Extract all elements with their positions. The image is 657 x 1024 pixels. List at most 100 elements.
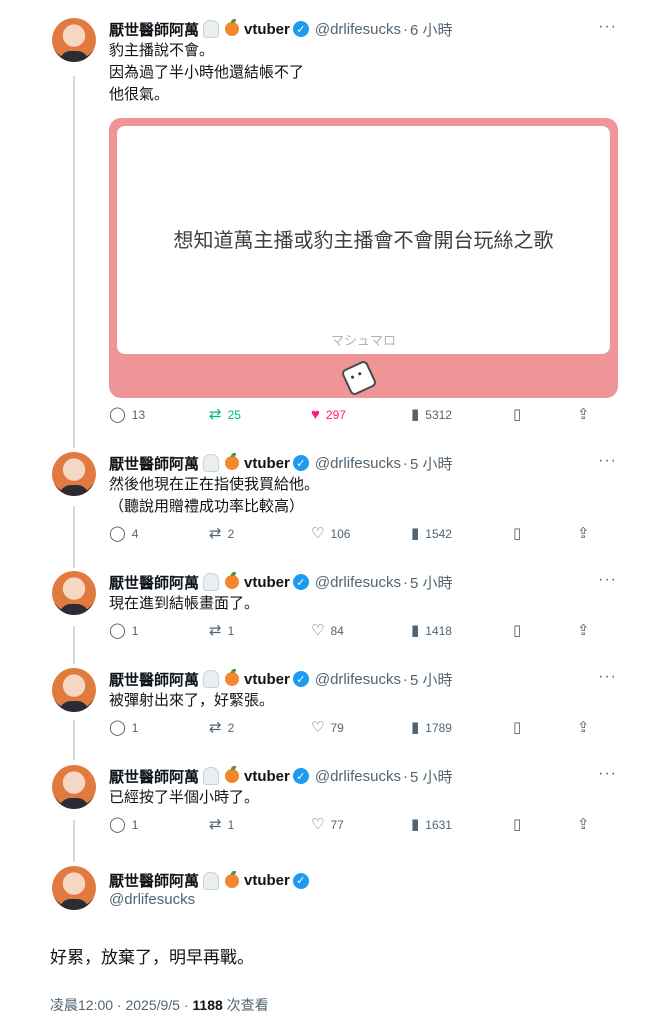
heart-icon: ♡ (311, 719, 325, 736)
like-button[interactable]: ♡ 84 (311, 623, 344, 638)
more-dots-icon[interactable]: ··· (598, 452, 617, 470)
reply-button[interactable]: ◯ 13 (109, 407, 145, 422)
retweet-button[interactable]: ⇄ 2 (209, 526, 234, 541)
tweet-meta: 凌晨12:00 · 2025/9/5 · 1188 次查看 (50, 995, 269, 1015)
author-name[interactable]: 厭世醫師阿萬 (109, 766, 199, 787)
avatar[interactable] (52, 866, 96, 910)
more-dots-icon[interactable]: ··· (598, 668, 617, 686)
bookmark-button[interactable]: ▯ (513, 623, 527, 638)
tweet-actions: ◯ 4 ⇄ 2 ♡ 106 ▮ 1542 ▯ ⇪ (109, 526, 599, 546)
thread-connector (73, 720, 75, 760)
avatar[interactable] (52, 18, 96, 62)
reply-count: 1 (131, 623, 139, 638)
view-count: 5312 (425, 407, 452, 422)
like-button[interactable]: ♡ 77 (311, 817, 344, 832)
tweet-text-line: （聽說用贈禮成功率比較高） (109, 498, 305, 515)
author-name[interactable]: 厭世醫師阿萬 (109, 669, 199, 690)
retweet-count: 2 (227, 720, 235, 735)
like-button[interactable]: ♡ 79 (311, 720, 344, 735)
author-handle[interactable]: @drlifesucks (315, 671, 401, 688)
retweet-arrows-icon: ⇄ (209, 816, 222, 833)
heart-icon: ♡ (311, 525, 325, 542)
tweet-time[interactable]: 5 小時 (410, 766, 453, 787)
like-button[interactable]: ♥ 297 (311, 407, 346, 422)
author-handle[interactable]: @drlifesucks (315, 574, 401, 591)
verified-check-icon: ✓ (292, 872, 309, 889)
views-button[interactable]: ▮ 1789 (411, 720, 452, 735)
more-dots-icon[interactable]: ··· (598, 571, 617, 589)
reply-button[interactable]: ◯ 4 (109, 526, 138, 541)
share-button[interactable]: ⇪ (577, 623, 596, 638)
tweet-actions: ◯ 13 ⇄ 25 ♥ 297 ▮ 5312 ▯ ⇪ (109, 407, 599, 427)
views-button[interactable]: ▮ 5312 (411, 407, 452, 422)
like-count: 297 (325, 407, 346, 422)
heart-icon: ♥ (311, 406, 320, 423)
author-name[interactable]: 厭世醫師阿萬 (109, 453, 199, 474)
author-tag: vtuber (244, 454, 290, 472)
bar-chart-icon: ▮ (411, 406, 420, 423)
author-handle[interactable]: @drlifesucks (315, 768, 401, 785)
avatar[interactable] (52, 452, 96, 496)
avatar[interactable] (52, 765, 96, 809)
bookmark-button[interactable]: ▯ (513, 817, 527, 832)
retweet-arrows-icon: ⇄ (209, 525, 222, 542)
speech-bubble-icon: ◯ (109, 622, 126, 639)
orange-emoji-icon (225, 870, 240, 888)
tweet-text-line: 豹主播說不會。 (109, 42, 215, 59)
author-name[interactable]: 厭世醫師阿萬 (109, 870, 199, 891)
tweet-time[interactable]: 6 小時 (410, 19, 453, 40)
avatar[interactable] (52, 668, 96, 712)
marshmallow-logo-icon (340, 359, 378, 397)
retweet-button[interactable]: ⇄ 1 (209, 817, 234, 832)
author-handle[interactable]: @drlifesucks (109, 891, 195, 908)
more-dots-icon[interactable]: ··· (598, 18, 617, 36)
thread-connector (73, 76, 75, 448)
avatar[interactable] (52, 571, 96, 615)
retweet-button[interactable]: ⇄ 1 (209, 623, 234, 638)
reply-button[interactable]: ◯ 1 (109, 720, 138, 735)
like-button[interactable]: ♡ 106 (311, 526, 350, 541)
reply-button[interactable]: ◯ 1 (109, 817, 138, 832)
separator-dot: · (402, 767, 408, 785)
author-name[interactable]: 厭世醫師阿萬 (109, 572, 199, 593)
like-count: 106 (330, 526, 351, 541)
share-button[interactable]: ⇪ (577, 526, 596, 541)
tweet-timestamp[interactable]: 凌晨12:00 · 2025/9/5 · (50, 997, 192, 1013)
verified-check-icon: ✓ (292, 21, 309, 37)
tweet-header: 厭世醫師阿萬 vtuber ✓ @drlifesucks · 5 小時 (109, 668, 452, 690)
ghost-emoji-icon (203, 573, 220, 591)
views-button[interactable]: ▮ 1631 (411, 817, 452, 832)
more-dots-icon[interactable]: ··· (598, 765, 617, 783)
share-button[interactable]: ⇪ (577, 407, 596, 422)
views-button[interactable]: ▮ 1542 (411, 526, 452, 541)
marshmallow-card[interactable]: 想知道萬主播或豹主播會不會開台玩絲之歌 マシュマロ (109, 118, 618, 398)
tweet-time[interactable]: 5 小時 (410, 572, 453, 593)
retweet-count: 1 (227, 817, 235, 832)
tweet-header: 厭世醫師阿萬 vtuber ✓ @drlifesucks · 6 小時 (109, 18, 452, 40)
bookmark-button[interactable]: ▯ (513, 407, 527, 422)
thread-connector (73, 626, 75, 664)
author-name[interactable]: 厭世醫師阿萬 (109, 19, 199, 40)
separator-dot: · (402, 670, 408, 688)
tweet-time[interactable]: 5 小時 (410, 669, 453, 690)
bookmark-button[interactable]: ▯ (513, 526, 527, 541)
ghost-emoji-icon (203, 670, 220, 688)
reply-count: 13 (131, 407, 146, 422)
author-handle[interactable]: @drlifesucks (315, 21, 401, 38)
bookmark-button[interactable]: ▯ (513, 720, 527, 735)
views-button[interactable]: ▮ 1418 (411, 623, 452, 638)
tweet-time[interactable]: 5 小時 (410, 453, 453, 474)
reply-button[interactable]: ◯ 1 (109, 623, 138, 638)
verified-check-icon: ✓ (292, 671, 309, 687)
retweet-button[interactable]: ⇄ 25 (209, 407, 241, 422)
retweet-button[interactable]: ⇄ 2 (209, 720, 234, 735)
final-author-row: 厭世醫師阿萬 vtuber ✓ (109, 870, 309, 891)
bar-chart-icon: ▮ (411, 525, 420, 542)
share-button[interactable]: ⇪ (577, 817, 596, 832)
retweet-arrows-icon: ⇄ (209, 622, 222, 639)
share-button[interactable]: ⇪ (577, 720, 596, 735)
retweet-arrows-icon: ⇄ (209, 719, 222, 736)
tweet-text-line: 被彈射出來了，好緊張。 (109, 692, 275, 709)
author-handle[interactable]: @drlifesucks (315, 455, 401, 472)
card-brand: マシュマロ (330, 333, 396, 348)
